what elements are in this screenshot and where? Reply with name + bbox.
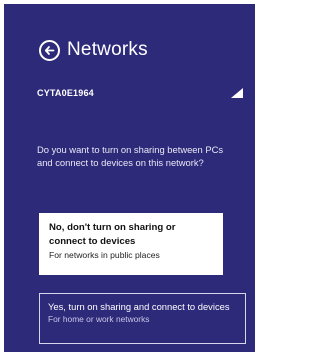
back-arrow-icon [44,45,55,55]
sharing-question: Do you want to turn on sharing between P… [37,144,224,168]
panel-header: Networks [39,39,148,61]
back-button[interactable] [39,39,60,61]
yes-sharing-label: Yes, turn on sharing and connect to devi… [48,301,230,312]
yes-sharing-description: For home or work networks [48,314,150,324]
network-name: CYTA0E1964 [37,88,94,98]
wifi-signal-icon [231,88,243,98]
no-sharing-option-button[interactable]: No, don't turn on sharing or connect to … [39,213,223,275]
networks-charm-panel: Networks CYTA0E1964 Do you want to turn … [4,4,255,352]
network-item[interactable]: CYTA0E1964 [37,88,243,98]
yes-sharing-option-button[interactable]: Yes, turn on sharing and connect to devi… [39,293,246,344]
page-title: Networks [67,39,148,60]
no-sharing-label: No, don't turn on sharing or connect to … [49,222,176,247]
no-sharing-description: For networks in public places [49,250,160,260]
